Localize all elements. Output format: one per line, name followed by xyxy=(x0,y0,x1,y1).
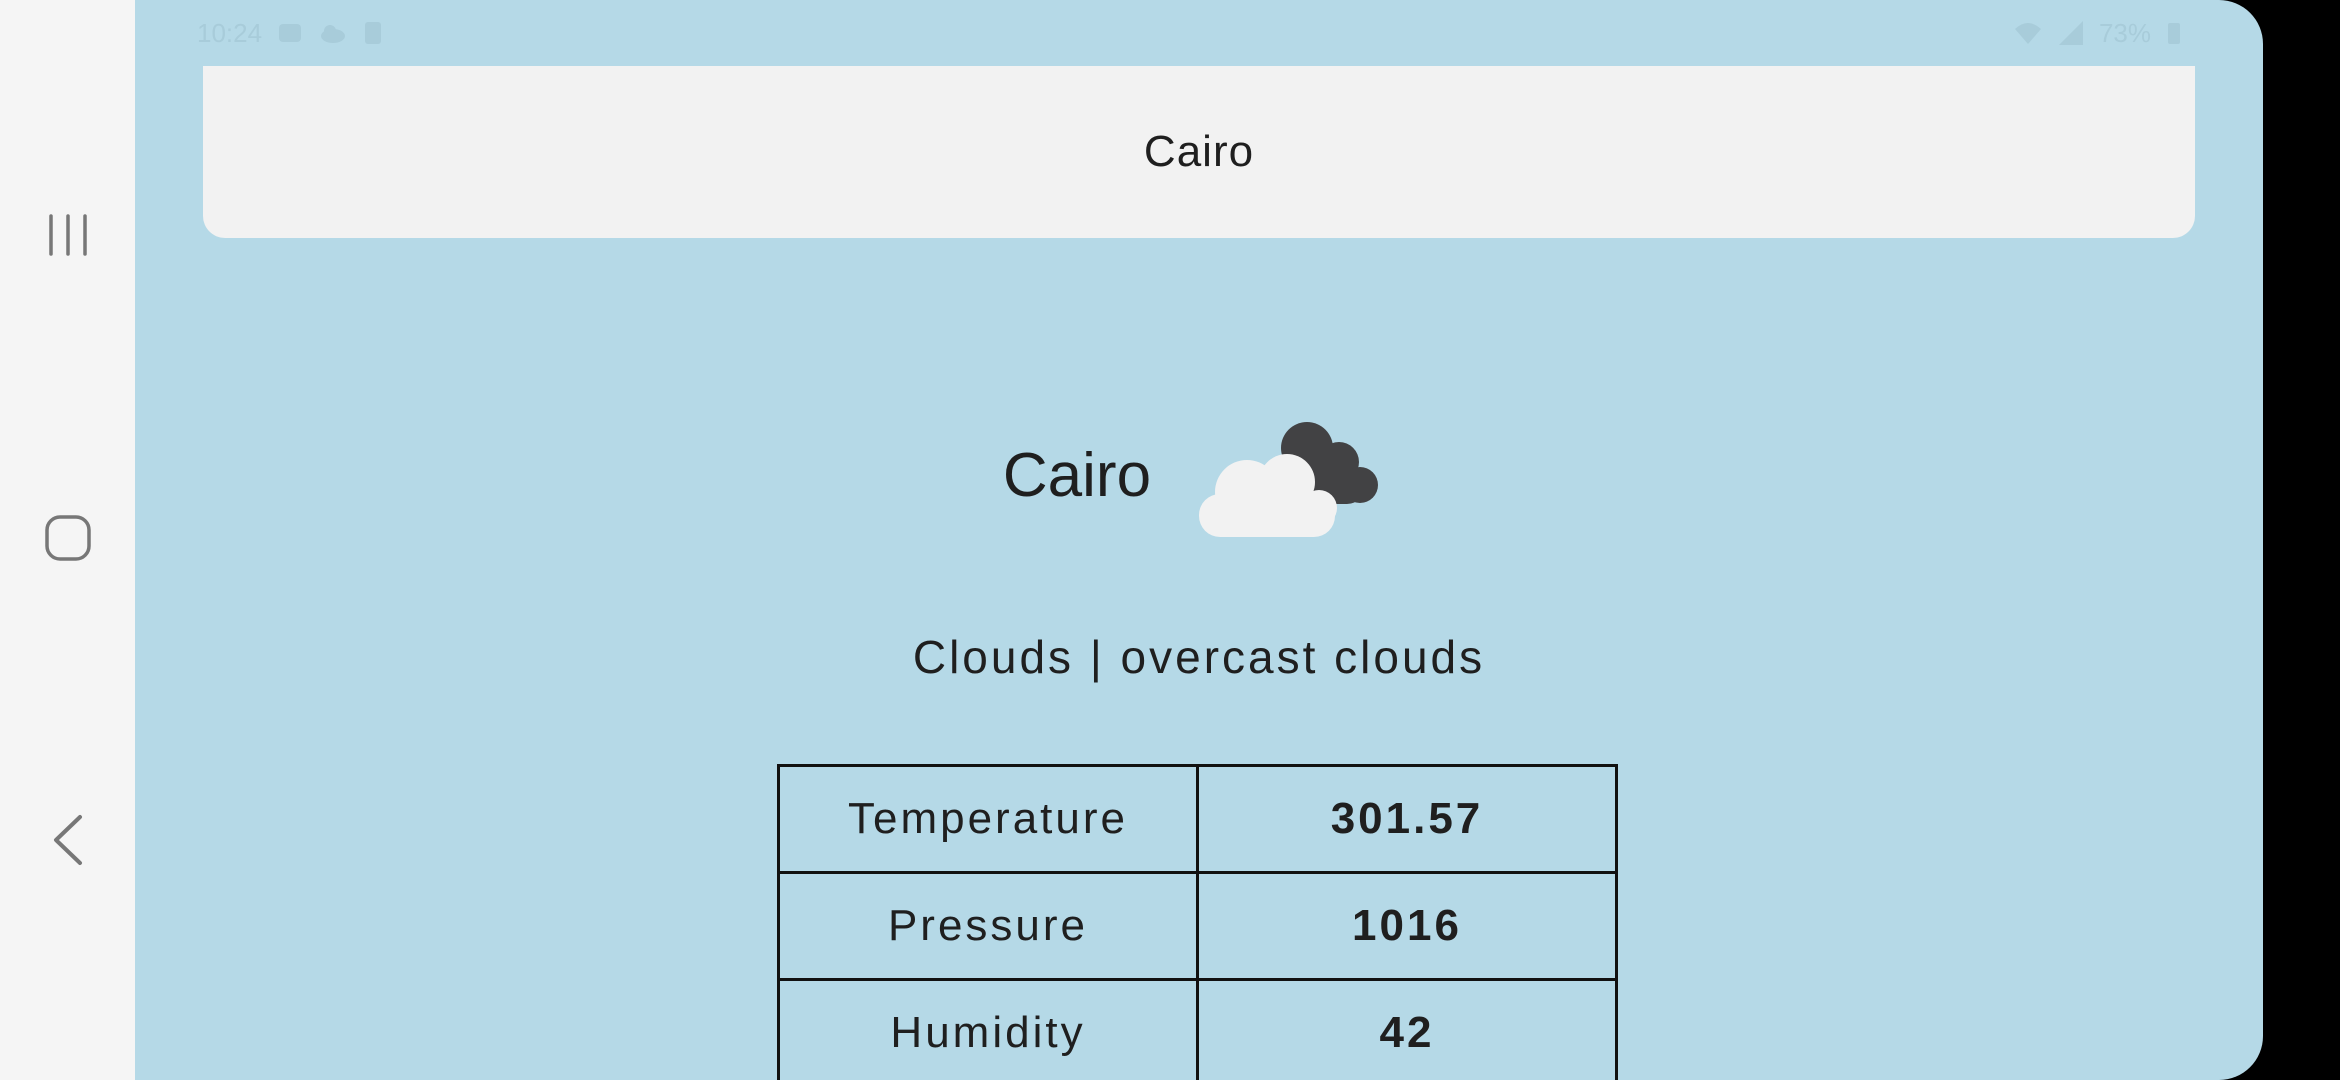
table-row: Humidity 42 xyxy=(777,978,1618,1080)
notification-icon xyxy=(279,24,302,42)
battery-percentage: 73% xyxy=(2098,17,2151,48)
battery-icon xyxy=(2168,23,2180,44)
overcast-clouds-icon xyxy=(1199,422,1379,537)
status-bar: 10:24 73% xyxy=(135,0,2263,66)
stat-value: 42 xyxy=(1196,978,1618,1080)
stat-value: 301.57 xyxy=(1196,764,1618,874)
stat-label: Humidity xyxy=(777,978,1199,1080)
weather-headline: Cairo xyxy=(135,400,2263,550)
stat-value: 1016 xyxy=(1196,871,1618,981)
app-screen: 10:24 73% Cairo Cairo Clouds | overcast … xyxy=(135,0,2263,1080)
back-icon xyxy=(53,815,82,865)
table-row: Temperature 301.57 xyxy=(777,764,1618,874)
city-name: Cairo xyxy=(1002,440,1152,510)
back-button[interactable] xyxy=(0,780,135,900)
signal-icon xyxy=(2058,21,2083,45)
wifi-icon xyxy=(2014,23,2041,44)
recent-apps-button[interactable] xyxy=(0,175,135,295)
home-icon xyxy=(44,515,91,561)
table-row: Pressure 1016 xyxy=(777,871,1618,981)
sim-icon xyxy=(365,22,382,44)
stat-label: Pressure xyxy=(777,871,1199,981)
weather-stats-table: Temperature 301.57 Pressure 1016 Humidit… xyxy=(777,764,1618,1080)
stat-label: Temperature xyxy=(777,764,1199,874)
status-time: 10:24 xyxy=(197,17,263,48)
recent-apps-icon xyxy=(48,214,87,256)
city-input-value: Cairo xyxy=(1143,127,1255,176)
weather-description: Clouds | overcast clouds xyxy=(912,631,1486,683)
home-button[interactable] xyxy=(0,478,135,598)
city-input-field[interactable]: Cairo xyxy=(203,66,2195,238)
navigation-bar xyxy=(0,0,135,1080)
cloud-notification-icon xyxy=(321,25,346,43)
